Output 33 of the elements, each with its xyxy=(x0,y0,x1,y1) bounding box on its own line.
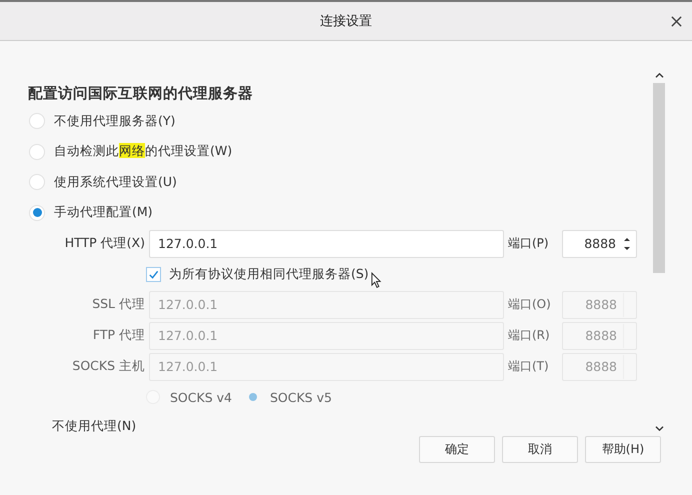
scrollbar-thumb[interactable] xyxy=(653,83,665,273)
close-icon[interactable] xyxy=(671,16,682,27)
cursor-icon xyxy=(370,272,382,288)
radio-label[interactable]: 不使用代理服务器(Y) xyxy=(54,112,176,130)
host-field[interactable]: 127.0.0.1 xyxy=(149,230,504,258)
checkbox[interactable] xyxy=(146,266,161,282)
port-label: 端口(T) xyxy=(508,358,550,375)
radio-label[interactable]: 使用系统代理设置(U) xyxy=(54,174,177,191)
scroll-down-icon[interactable] xyxy=(654,425,664,432)
radio-label[interactable]: 手动代理配置(M) xyxy=(54,204,153,222)
port-field[interactable]: 8888 xyxy=(562,230,637,258)
proxy-label: FTP 代理 xyxy=(92,327,145,344)
dialog-button[interactable]: 取消 xyxy=(502,436,578,463)
radio-label[interactable]: SOCKS v5 xyxy=(270,390,332,404)
section-heading: 配置访问国际互联网的代理服务器 xyxy=(28,84,254,104)
radio-label[interactable]: SOCKS v4 xyxy=(170,390,232,404)
scroll-up-icon[interactable] xyxy=(654,72,664,79)
port-label: 端口(O) xyxy=(508,296,552,313)
no-proxy-label: 不使用代理(N) xyxy=(52,418,138,435)
window-title: 连接设置 xyxy=(320,13,372,30)
radio-label[interactable]: 自动检测此网络的代理设置(W) xyxy=(54,143,232,160)
radio-button[interactable] xyxy=(29,204,45,221)
radio-button[interactable] xyxy=(29,174,45,190)
radio-button[interactable] xyxy=(29,113,45,130)
proxy-label: HTTP 代理(X) xyxy=(64,235,145,252)
proxy-label: SOCKS 主机 xyxy=(71,358,145,375)
checkbox-label[interactable]: 为所有协议使用相同代理服务器(S) xyxy=(169,266,369,282)
radio-button[interactable] xyxy=(29,144,45,160)
port-label: 端口(R) xyxy=(508,327,551,344)
dialog-button[interactable]: 帮助(H) xyxy=(585,436,661,463)
dialog-button[interactable]: 确定 xyxy=(419,436,495,463)
port-label: 端口(P) xyxy=(508,235,550,252)
proxy-label: SSL 代理 xyxy=(91,296,145,313)
